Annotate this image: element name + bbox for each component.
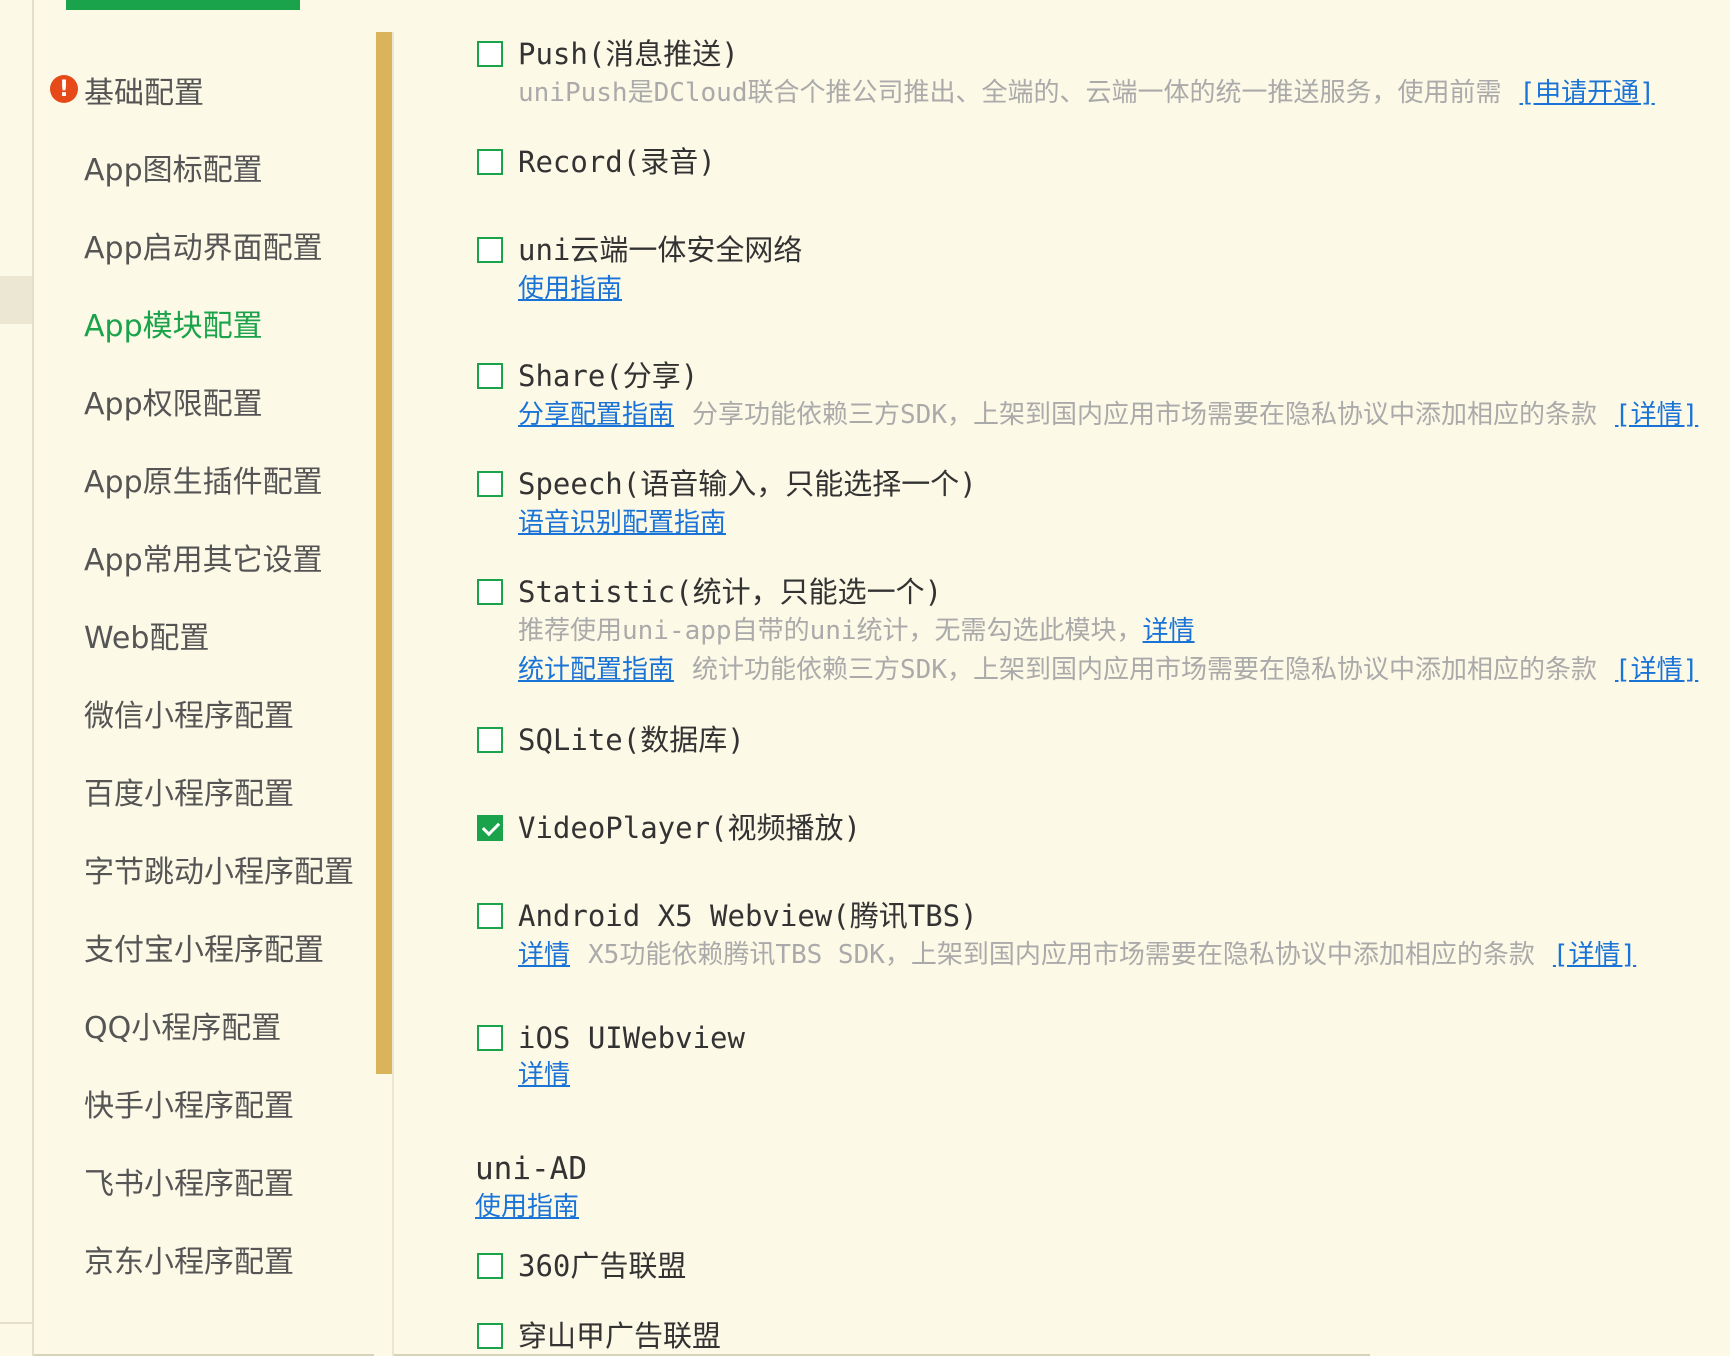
ios-uiwebview-checkbox[interactable] — [477, 1025, 503, 1051]
statistic-recommend-detail-link[interactable]: 详情 — [1143, 616, 1195, 646]
uni-ad-section-title: uni-AD — [475, 1151, 587, 1187]
x5-webview-desc: X5功能依赖腾讯TBS SDK，上架到国内应用市场需要在隐私协议中添加相应的条款 — [588, 940, 1535, 970]
statistic-recommend-desc: 推荐使用uni-app自带的uni统计，无需勾选此模块， — [518, 616, 1143, 646]
uni-ad-guide-link[interactable]: 使用指南 — [475, 1190, 579, 1224]
speech-guide-link[interactable]: 语音识别配置指南 — [518, 508, 726, 538]
ios-uiwebview-detail-link[interactable]: 详情 — [518, 1060, 570, 1090]
speech-checkbox[interactable] — [477, 471, 503, 497]
push-apply-link[interactable]: [申请开通] — [1520, 78, 1655, 108]
videoplayer-checkbox[interactable] — [477, 815, 503, 841]
record-checkbox[interactable] — [477, 149, 503, 175]
push-checkbox[interactable] — [477, 41, 503, 67]
x5-webview-checkbox[interactable] — [477, 903, 503, 929]
uni-secure-network-link-line: 使用指南 — [518, 272, 622, 306]
share-title: Share(分享) — [518, 359, 699, 393]
statistic-desc-line: 统计配置指南 统计功能依赖三方SDK，上架到国内应用市场需要在隐私协议中添加相应的… — [518, 653, 1698, 687]
share-desc: 分享功能依赖三方SDK，上架到国内应用市场需要在隐私协议中添加相应的条款 — [692, 400, 1597, 430]
push-title: Push(消息推送) — [518, 37, 739, 71]
x5-webview-link[interactable]: 详情 — [518, 940, 570, 970]
module-config-panel: Push(消息推送) uniPush是DCloud联合个推公司推出、全端的、云端… — [0, 0, 1730, 1356]
share-desc-line: 分享配置指南 分享功能依赖三方SDK，上架到国内应用市场需要在隐私协议中添加相应的… — [518, 398, 1698, 432]
push-desc-line: uniPush是DCloud联合个推公司推出、全端的、云端一体的统一推送服务，使… — [518, 76, 1655, 110]
videoplayer-title: VideoPlayer(视频播放) — [518, 811, 861, 845]
uni-secure-network-guide-link[interactable]: 使用指南 — [518, 274, 622, 304]
ad-360-title: 360广告联盟 — [518, 1249, 687, 1283]
record-title: Record(录音) — [518, 145, 716, 179]
x5-webview-desc-line: 详情 X5功能依赖腾讯TBS SDK，上架到国内应用市场需要在隐私协议中添加相应的… — [518, 938, 1636, 972]
statistic-title: Statistic(统计，只能选一个) — [518, 575, 943, 609]
ad-pangle-checkbox[interactable] — [477, 1323, 503, 1349]
push-desc: uniPush是DCloud联合个推公司推出、全端的、云端一体的统一推送服务，使… — [518, 78, 1502, 108]
share-detail-link[interactable]: [详情] — [1615, 400, 1698, 430]
share-checkbox[interactable] — [477, 363, 503, 389]
sqlite-title: SQLite(数据库) — [518, 723, 745, 757]
uni-secure-network-checkbox[interactable] — [477, 237, 503, 263]
share-guide-link[interactable]: 分享配置指南 — [518, 400, 674, 430]
statistic-guide-link[interactable]: 统计配置指南 — [518, 655, 674, 685]
speech-title: Speech(语音输入，只能选择一个) — [518, 467, 977, 501]
sqlite-checkbox[interactable] — [477, 727, 503, 753]
ad-pangle-title: 穿山甲广告联盟 — [518, 1319, 722, 1353]
uni-secure-network-title: uni云端一体安全网络 — [518, 233, 803, 267]
x5-webview-title: Android X5 Webview(腾讯TBS) — [518, 899, 978, 933]
statistic-desc: 统计功能依赖三方SDK，上架到国内应用市场需要在隐私协议中添加相应的条款 — [692, 655, 1597, 685]
statistic-detail-link[interactable]: [详情] — [1615, 655, 1698, 685]
speech-link-line: 语音识别配置指南 — [518, 506, 726, 540]
x5-webview-detail-link[interactable]: [详情] — [1553, 940, 1636, 970]
ios-uiwebview-link-line: 详情 — [518, 1058, 570, 1092]
ios-uiwebview-title: iOS UIWebview — [518, 1021, 745, 1055]
ad-360-checkbox[interactable] — [477, 1253, 503, 1279]
statistic-checkbox[interactable] — [477, 579, 503, 605]
statistic-recommend-line: 推荐使用uni-app自带的uni统计，无需勾选此模块，详情 — [518, 614, 1195, 648]
